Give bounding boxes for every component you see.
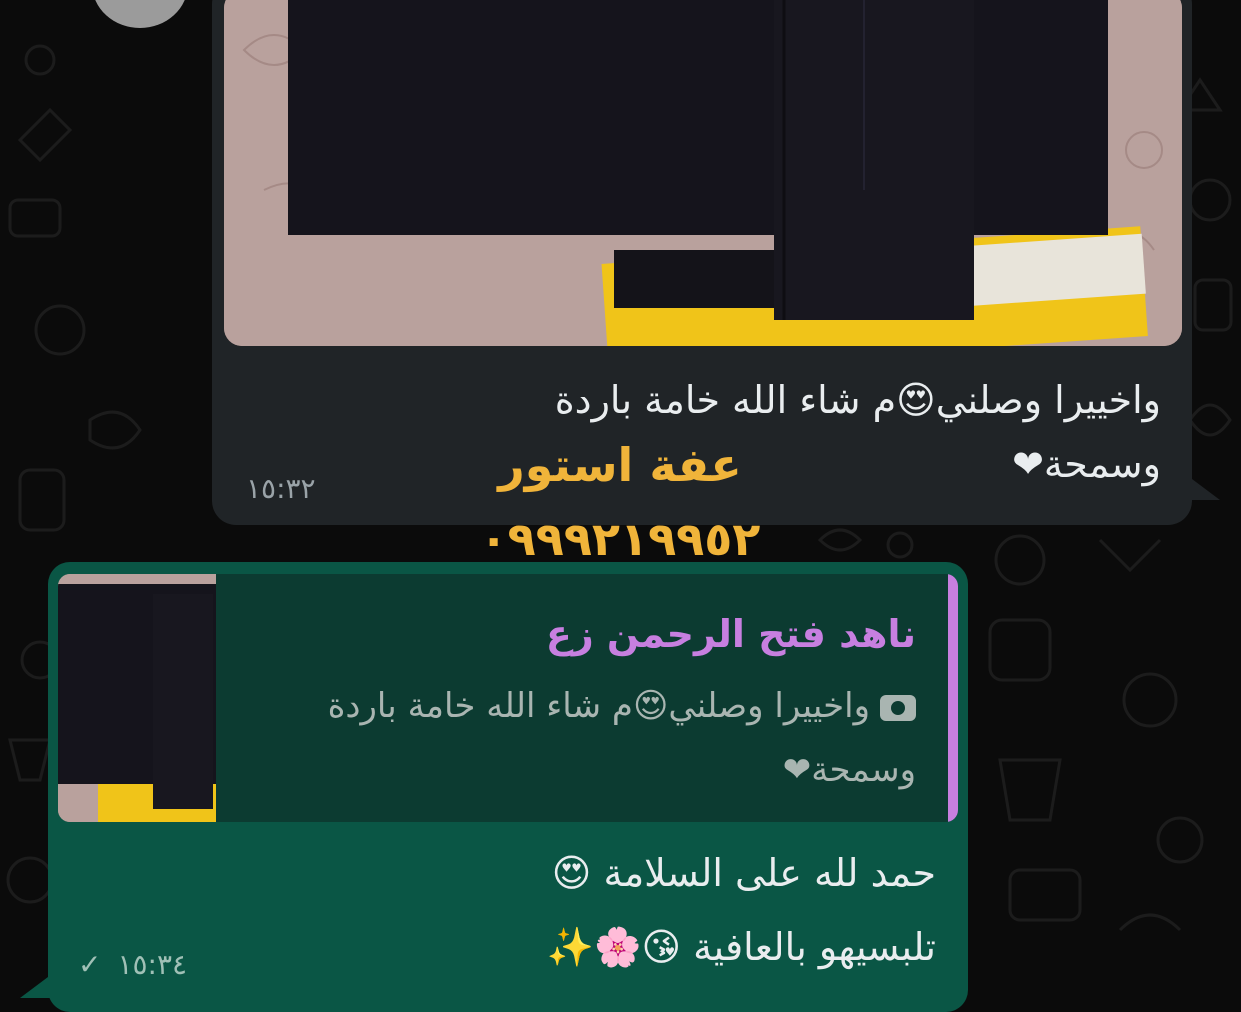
outgoing-bubble-tail (20, 968, 60, 998)
quoted-sender-name: ناهد فتح الرحمن زع (545, 612, 916, 656)
message-photo[interactable] (224, 0, 1182, 346)
watermark-store-name: عفة استور (498, 438, 742, 492)
quote-accent-bar (948, 574, 958, 822)
outgoing-text-line-1: حمد لله على السلامة 😍 (551, 851, 936, 895)
store-watermark: عفة استور ٠٩٩٩٢١٩٩٥٢ (440, 430, 800, 574)
quoted-text: واخييرا وصلني😍م شاء الله خامة باردة وسمح… (256, 674, 916, 802)
check-icon: ✓ (78, 948, 102, 981)
incoming-text-line-1: واخييرا وصلني😍م شاء الله خامة باردة (554, 378, 1161, 422)
quoted-text-line-2: وسمحة❤ (782, 750, 916, 790)
outgoing-message-time: ١٥:٣٤ (117, 948, 188, 981)
outgoing-text-line-2: تلبسيهو بالعافية 😘🌸✨ (546, 925, 936, 969)
quoted-text-line-1: واخييرا وصلني😍م شاء الله خامة باردة (256, 674, 916, 738)
outgoing-message-meta: ✓ ١٥:٣٤ (78, 948, 187, 981)
camera-icon (880, 694, 916, 721)
outgoing-message-text: حمد لله على السلامة 😍 تلبسيهو بالعافية 😘… (336, 836, 936, 984)
incoming-bubble-tail (1180, 470, 1220, 500)
quoted-text-line-1-content: واخييرا وصلني😍م شاء الله خامة باردة (327, 686, 870, 726)
incoming-message-time: ١٥:٣٢ (246, 472, 316, 505)
quoted-photo-thumbnail (58, 574, 216, 822)
photo-image (224, 0, 1182, 346)
quoted-message[interactable]: ناهد فتح الرحمن زع واخييرا وصلني😍م شاء ا… (58, 574, 958, 822)
